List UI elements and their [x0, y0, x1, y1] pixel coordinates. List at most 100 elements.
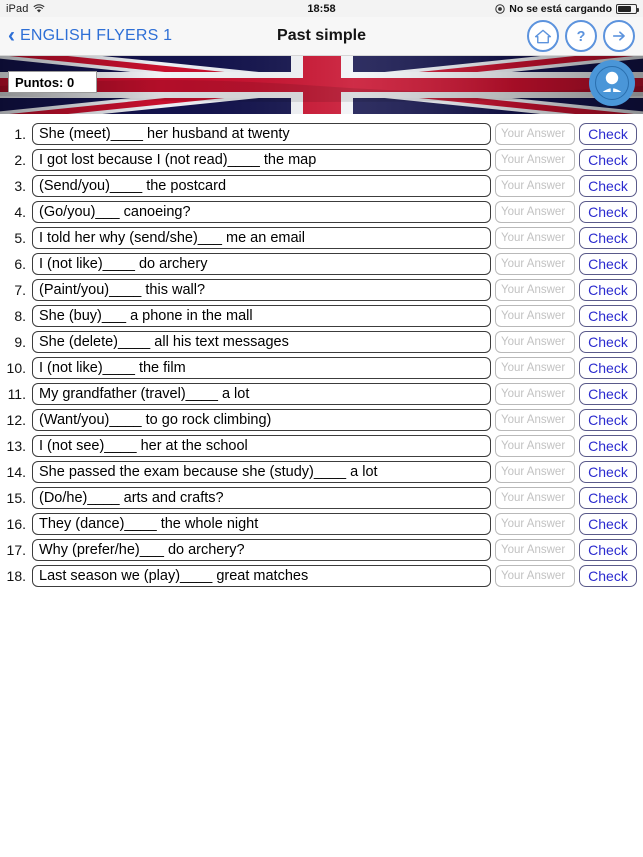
check-button[interactable]: Check: [579, 279, 637, 301]
check-button[interactable]: Check: [579, 331, 637, 353]
exercise-row: 3. (Send/you)____ the postcard Check: [0, 173, 643, 199]
check-button[interactable]: Check: [579, 565, 637, 587]
row-number: 11.: [7, 386, 26, 402]
chevron-left-icon: ‹: [8, 23, 15, 47]
row-number: 6.: [14, 256, 26, 272]
exercise-row: 2. I got lost because I (not read)____ th…: [0, 147, 643, 173]
flag-banner: Puntos: 0: [0, 56, 643, 114]
help-button[interactable]: ?: [565, 20, 597, 52]
exercise-row: 16. They (dance)____ the whole night Check: [0, 511, 643, 537]
svg-text:?: ?: [577, 29, 586, 45]
check-button[interactable]: Check: [579, 513, 637, 535]
sentence-prompt: Why (prefer/he)___ do archery?: [32, 539, 491, 561]
score-label: Puntos: 0: [15, 74, 75, 90]
check-button[interactable]: Check: [579, 227, 637, 249]
row-number: 4.: [14, 204, 26, 220]
answer-input[interactable]: [495, 201, 575, 223]
row-number: 9.: [14, 334, 26, 350]
exercise-row: 17. Why (prefer/he)___ do archery? Check: [0, 537, 643, 563]
sentence-prompt: Last season we (play)____ great matches: [32, 565, 491, 587]
check-button[interactable]: Check: [579, 435, 637, 457]
check-button[interactable]: Check: [579, 123, 637, 145]
sentence-prompt: I got lost because I (not read)____ the …: [32, 149, 491, 171]
sentence-prompt: They (dance)____ the whole night: [32, 513, 491, 535]
check-button[interactable]: Check: [579, 201, 637, 223]
row-number: 12.: [6, 412, 26, 428]
exercise-row: 12. (Want/you)____ to go rock climbing) Ch…: [0, 407, 643, 433]
check-button[interactable]: Check: [579, 461, 637, 483]
answer-input[interactable]: [495, 123, 575, 145]
sentence-prompt: She passed the exam because she (study)_…: [32, 461, 491, 483]
check-button[interactable]: Check: [579, 357, 637, 379]
battery-icon: [616, 3, 639, 14]
exercise-row: 8. She (buy)___ a phone in the mall Check: [0, 303, 643, 329]
row-number: 14.: [6, 464, 26, 480]
exercise-row: 1. She (meet)____ her husband at twenty Ch…: [0, 121, 643, 147]
sentence-prompt: I (not like)____ do archery: [32, 253, 491, 275]
answer-input[interactable]: [495, 409, 575, 431]
answer-input[interactable]: [495, 435, 575, 457]
next-button[interactable]: [603, 20, 635, 52]
row-number: 8.: [14, 308, 26, 324]
check-button[interactable]: Check: [579, 487, 637, 509]
exercise-row: 15. (Do/he)____ arts and crafts? Check: [0, 485, 643, 511]
row-number: 17.: [6, 542, 26, 558]
answer-input[interactable]: [495, 305, 575, 327]
answer-input[interactable]: [495, 487, 575, 509]
row-number: 13.: [6, 438, 26, 454]
answer-input[interactable]: [495, 565, 575, 587]
row-number: 10.: [6, 360, 26, 376]
sentence-prompt: (Send/you)____ the postcard: [32, 175, 491, 197]
sentence-prompt: She (delete)____ all his text messages: [32, 331, 491, 353]
answer-input[interactable]: [495, 331, 575, 353]
status-bar-left: iPad: [6, 2, 46, 15]
row-number: 15.: [6, 490, 26, 506]
row-number: 16.: [6, 516, 26, 532]
check-button[interactable]: Check: [579, 149, 637, 171]
exercise-row: 10. I (not like)____ the film Check: [0, 355, 643, 381]
answer-input[interactable]: [495, 279, 575, 301]
sentence-prompt: My grandfather (travel)____ a lot: [32, 383, 491, 405]
back-button[interactable]: ‹ ENGLISH FLYERS 1: [8, 23, 172, 47]
sentence-prompt: I (not like)____ the film: [32, 357, 491, 379]
avatar[interactable]: [589, 60, 635, 106]
status-bar-right: No se está cargando: [495, 2, 639, 15]
check-button[interactable]: Check: [579, 305, 637, 327]
user-avatar-icon: [595, 66, 629, 100]
check-button[interactable]: Check: [579, 175, 637, 197]
check-button[interactable]: Check: [579, 383, 637, 405]
sentence-prompt: She (buy)___ a phone in the mall: [32, 305, 491, 327]
exercise-row: 4. (Go/you)___ canoeing? Check: [0, 199, 643, 225]
answer-input[interactable]: [495, 175, 575, 197]
answer-input[interactable]: [495, 227, 575, 249]
device-name: iPad: [6, 2, 29, 15]
exercise-row: 6. I (not like)____ do archery Check: [0, 251, 643, 277]
answer-input[interactable]: [495, 253, 575, 275]
row-number: 2.: [14, 152, 26, 168]
row-number: 1.: [14, 126, 26, 142]
check-button[interactable]: Check: [579, 539, 637, 561]
charging-status-text: No se está cargando: [509, 2, 612, 15]
answer-input[interactable]: [495, 149, 575, 171]
exercise-row: 14. She passed the exam because she (stud…: [0, 459, 643, 485]
sentence-prompt: (Paint/you)____ this wall?: [32, 279, 491, 301]
exercise-row: 5. I told her why (send/she)___ me an ema…: [0, 225, 643, 251]
score-display: Puntos: 0: [8, 71, 97, 93]
exercise-row: 7. (Paint/you)____ this wall? Check: [0, 277, 643, 303]
question-mark-icon: ?: [572, 27, 590, 45]
answer-input[interactable]: [495, 357, 575, 379]
row-number: 3.: [14, 178, 26, 194]
check-button[interactable]: Check: [579, 253, 637, 275]
sentence-prompt: (Want/you)____ to go rock climbing): [32, 409, 491, 431]
check-button[interactable]: Check: [579, 409, 637, 431]
arrow-right-icon: [610, 27, 628, 45]
wifi-icon: [33, 3, 46, 14]
navigation-actions: ?: [527, 20, 635, 52]
exercise-list: 1. She (meet)____ her husband at twenty Ch…: [0, 114, 643, 589]
exercise-row: 11. My grandfather (travel)____ a lot Chec…: [0, 381, 643, 407]
answer-input[interactable]: [495, 461, 575, 483]
answer-input[interactable]: [495, 539, 575, 561]
answer-input[interactable]: [495, 383, 575, 405]
answer-input[interactable]: [495, 513, 575, 535]
home-button[interactable]: [527, 20, 559, 52]
